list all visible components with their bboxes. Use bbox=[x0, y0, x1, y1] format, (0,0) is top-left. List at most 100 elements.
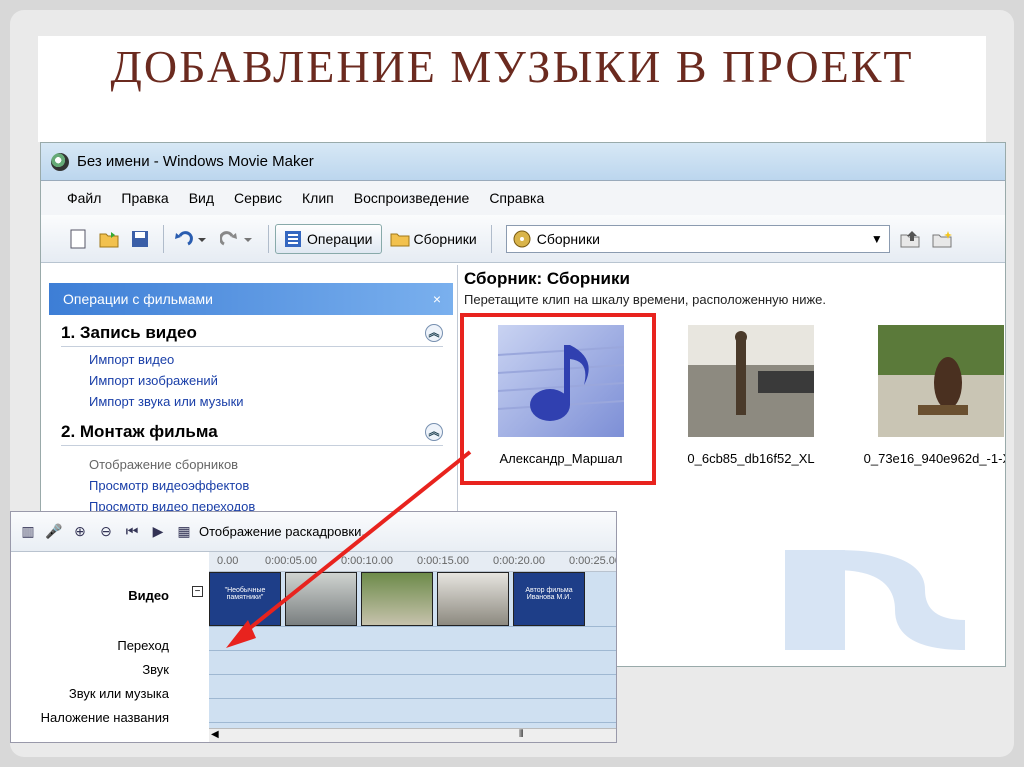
link-show-collections[interactable]: Отображение сборников bbox=[89, 454, 453, 475]
menu-bar: Файл Правка Вид Сервис Клип Воспроизведе… bbox=[41, 181, 1005, 215]
play-icon[interactable]: ▶ bbox=[147, 523, 169, 540]
track-labels: Видео − Переход Звук Звук или музыка Нал… bbox=[11, 572, 209, 734]
rewind-icon[interactable]: ⏮ bbox=[121, 523, 143, 540]
ruler-tick: 0:00:20.00 bbox=[493, 555, 545, 567]
undo-icon bbox=[175, 230, 206, 245]
open-folder-icon bbox=[99, 231, 119, 247]
storyboard-toggle[interactable]: Отображение раскадровки. bbox=[199, 524, 365, 539]
new-project-button[interactable] bbox=[65, 224, 91, 254]
timeline-clip[interactable]: Автор фильма Иванова М.И. bbox=[513, 572, 585, 626]
track-label-video: Видео bbox=[128, 588, 169, 603]
film-watermark-icon bbox=[785, 550, 965, 650]
video-track: "Необычные памятники" Автор фильма Ивано… bbox=[209, 572, 589, 626]
time-ruler: 0.00 0:00:05.00 0:00:10.00 0:00:15.00 0:… bbox=[209, 552, 616, 572]
collection-hint: Перетащите клип на шкалу времени, распол… bbox=[464, 292, 827, 307]
open-project-button[interactable] bbox=[95, 224, 123, 254]
folder-up-icon bbox=[900, 230, 920, 247]
menu-tools[interactable]: Сервис bbox=[234, 190, 282, 206]
task-pane-title: Операции с фильмами bbox=[63, 291, 213, 307]
timeline-clip[interactable] bbox=[437, 572, 509, 626]
timeline-toolbar: ▥ 🎤 ⊕ ⊖ ⏮ ▶ ▦ Отображение раскадровки. bbox=[11, 512, 616, 552]
section-edit-movie[interactable]: 2. Монтаж фильма ︽ bbox=[61, 422, 443, 446]
timeline-clip[interactable] bbox=[285, 572, 357, 626]
track-label-title-overlay: Наложение названия bbox=[40, 710, 169, 725]
window-title: Без имени - Windows Movie Maker bbox=[77, 153, 314, 170]
film-reel-icon bbox=[513, 230, 531, 247]
photo-thumbnail bbox=[878, 325, 1004, 437]
clip-photo[interactable]: 0_73e16_940e962d_-1-XL bbox=[850, 325, 1005, 466]
track-label-music: Звук или музыка bbox=[68, 686, 169, 701]
section-capture-video[interactable]: 1. Запись видео ︽ bbox=[61, 323, 443, 347]
save-icon bbox=[132, 230, 148, 247]
collections-select[interactable]: Сборники ▼ bbox=[505, 224, 890, 253]
collections-select-value: Сборники bbox=[536, 230, 600, 247]
menu-help[interactable]: Справка bbox=[489, 190, 544, 206]
movie-maker-icon bbox=[51, 152, 69, 171]
link-import-video[interactable]: Импорт видео bbox=[89, 349, 453, 370]
timeline-view-icon[interactable]: ▥ bbox=[17, 523, 39, 540]
clip-photo[interactable]: 0_6cb85_db16f52_XL bbox=[660, 325, 842, 466]
collapse-icon[interactable]: ︽ bbox=[425, 324, 443, 342]
up-level-button[interactable] bbox=[896, 224, 924, 254]
ruler-tick: 0:00:25.00 bbox=[569, 555, 617, 567]
clip-audio[interactable]: Александр_Маршал bbox=[460, 313, 656, 485]
link-import-audio[interactable]: Импорт звука или музыки bbox=[89, 391, 453, 412]
link-view-video-effects[interactable]: Просмотр видеоэффектов bbox=[89, 475, 453, 496]
track-divider bbox=[209, 722, 616, 723]
new-file-icon bbox=[70, 229, 86, 248]
track-label-transition: Переход bbox=[117, 638, 169, 653]
redo-button[interactable] bbox=[216, 224, 258, 254]
clip-list: Александр_Маршал 0_6cb85_db16f52_XL 0_73… bbox=[460, 313, 1005, 485]
scroll-left-icon[interactable]: ◀ bbox=[211, 729, 219, 740]
zoom-in-icon[interactable]: ⊕ bbox=[69, 523, 91, 540]
menu-playback[interactable]: Воспроизведение bbox=[354, 190, 470, 206]
ruler-tick: 0:00:05.00 bbox=[265, 555, 317, 567]
slide-title: ДОБАВЛЕНИЕ МУЗЫКИ В ПРОЕКТ bbox=[110, 41, 914, 92]
track-divider bbox=[209, 698, 616, 699]
toolbar-separator bbox=[268, 224, 269, 253]
operations-list-icon bbox=[285, 230, 301, 247]
menu-file[interactable]: Файл bbox=[67, 190, 101, 206]
storyboard-icon[interactable]: ▦ bbox=[173, 523, 195, 540]
undo-button[interactable] bbox=[170, 224, 212, 254]
track-divider bbox=[209, 626, 616, 627]
section-title: 2. Монтаж фильма bbox=[61, 422, 218, 441]
timeline-clip[interactable] bbox=[361, 572, 433, 626]
track-divider bbox=[209, 674, 616, 675]
menu-clip[interactable]: Клип bbox=[302, 190, 334, 206]
collection-title: Сборник: Сборники bbox=[464, 269, 630, 288]
redo-icon bbox=[220, 230, 252, 245]
scroll-thumb[interactable]: ⦀ bbox=[519, 729, 523, 740]
track-divider bbox=[209, 650, 616, 651]
ruler-tick: 0.00 bbox=[217, 555, 239, 567]
horizontal-scrollbar[interactable]: ◀ ⦀ bbox=[209, 728, 616, 742]
ruler-tick: 0:00:15.00 bbox=[417, 555, 469, 567]
close-icon[interactable]: × bbox=[433, 291, 441, 307]
operations-button[interactable]: Операции bbox=[275, 223, 382, 254]
title-bar: Без имени - Windows Movie Maker bbox=[41, 143, 1005, 181]
zoom-out-icon[interactable]: ⊖ bbox=[95, 523, 117, 540]
collections-folder-icon bbox=[390, 233, 409, 246]
save-project-button[interactable] bbox=[127, 224, 153, 254]
microphone-icon[interactable]: 🎤 bbox=[43, 523, 65, 540]
photo-thumbnail bbox=[688, 325, 814, 437]
toolbar-separator bbox=[163, 224, 164, 253]
toolbar: Операции Сборники Сборники ▼ bbox=[41, 215, 1005, 263]
section-title: 1. Запись видео bbox=[61, 323, 197, 342]
menu-view[interactable]: Вид bbox=[189, 190, 214, 206]
new-folder-icon bbox=[932, 230, 952, 247]
timeline-panel: ▥ 🎤 ⊕ ⊖ ⏮ ▶ ▦ Отображение раскадровки. 0… bbox=[10, 511, 617, 743]
new-collection-button[interactable] bbox=[928, 224, 958, 254]
collections-button[interactable]: Сборники bbox=[386, 224, 481, 254]
track-label-audio: Звук bbox=[142, 662, 169, 677]
menu-edit[interactable]: Правка bbox=[121, 190, 168, 206]
timeline-clip[interactable]: "Необычные памятники" bbox=[209, 572, 281, 626]
link-import-pictures[interactable]: Импорт изображений bbox=[89, 370, 453, 391]
toolbar-separator bbox=[490, 224, 492, 253]
collections-label: Сборники bbox=[413, 230, 477, 247]
ruler-tick: 0:00:10.00 bbox=[341, 555, 393, 567]
collapse-icon[interactable]: ︽ bbox=[425, 423, 443, 441]
timeline-tracks[interactable]: "Необычные памятники" Автор фильма Ивано… bbox=[209, 572, 616, 734]
expand-icon[interactable]: − bbox=[192, 586, 203, 597]
task-pane-header: Операции с фильмами × bbox=[49, 283, 453, 315]
